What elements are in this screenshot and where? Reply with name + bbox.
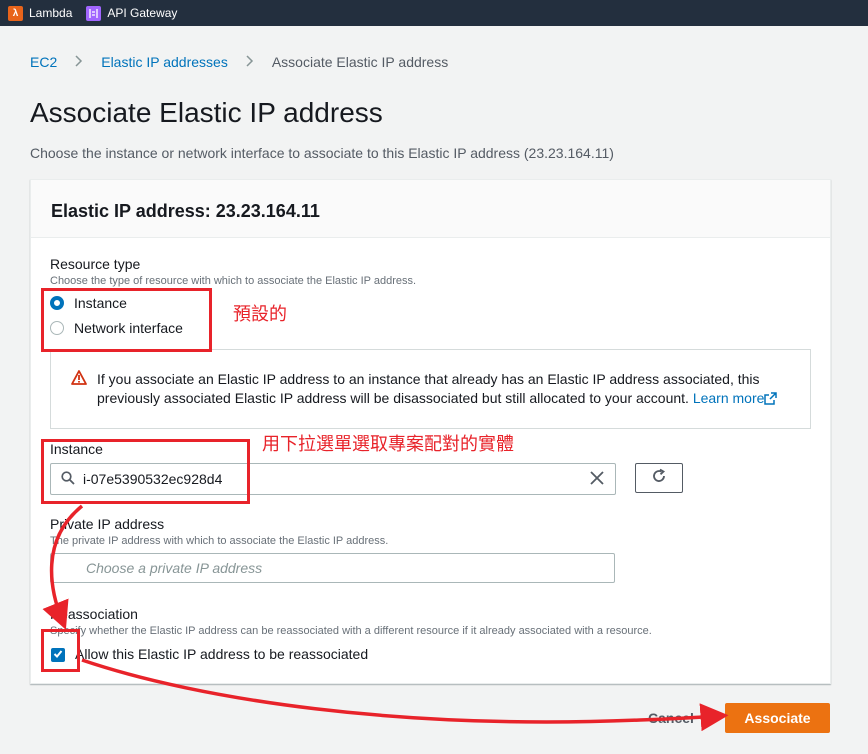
reassociation-hint: Specify whether the Elastic IP address c… [50,625,652,637]
reassociate-checkbox-label[interactable]: Allow this Elastic IP address to be reas… [75,646,368,662]
breadcrumb-current: Associate Elastic IP address [271,54,449,70]
associate-button[interactable]: Associate [725,703,830,733]
lambda-icon: λ [8,5,23,21]
refresh-icon [651,468,667,489]
resource-type-label: Resource type [50,256,141,272]
favorite-api-gateway[interactable]: API Gateway [86,5,178,21]
breadcrumb-elastic-ips[interactable]: Elastic IP addresses [101,54,228,70]
panel-header: Elastic IP address: 23.23.164.11 [31,180,830,238]
clear-icon[interactable] [589,470,605,489]
favorite-label: API Gateway [107,6,178,20]
favorite-label: Lambda [29,6,73,20]
resource-type-hint: Choose the type of resource with which t… [50,275,417,287]
reassociation-label: Reassociation [50,606,138,622]
chevron-right-icon [75,54,83,70]
cancel-button[interactable]: Cancel [648,710,694,726]
private-ip-input[interactable]: Choose a private IP address [50,553,615,583]
refresh-button[interactable] [635,463,683,493]
learn-more-link[interactable]: Learn more [693,390,778,406]
annotation-box-resource-type [41,288,212,352]
alert-text: If you associate an Elastic IP address t… [97,371,760,406]
private-ip-hint: The private IP address with which to ass… [50,535,389,547]
annotation-instance-note: 用下拉選單選取專案配對的實體 [262,434,514,455]
external-link-icon [764,390,778,406]
breadcrumb: EC2 Elastic IP addresses Associate Elast… [30,54,448,70]
chevron-right-icon [246,54,254,70]
private-ip-label: Private IP address [50,516,165,532]
api-gateway-icon [86,5,102,21]
page-description: Choose the instance or network interface… [30,145,614,161]
annotation-default-note: 預設的 [233,304,287,325]
favorite-lambda[interactable]: λ Lambda [8,5,73,21]
annotation-box-instance [41,439,250,504]
breadcrumb-ec2[interactable]: EC2 [30,54,57,70]
favorites-bar: λ Lambda API Gateway [0,0,868,26]
warning-icon [71,370,87,390]
annotation-box-checkbox [41,629,80,672]
page-title: Associate Elastic IP address [30,97,383,128]
warning-alert: If you associate an Elastic IP address t… [50,349,811,429]
